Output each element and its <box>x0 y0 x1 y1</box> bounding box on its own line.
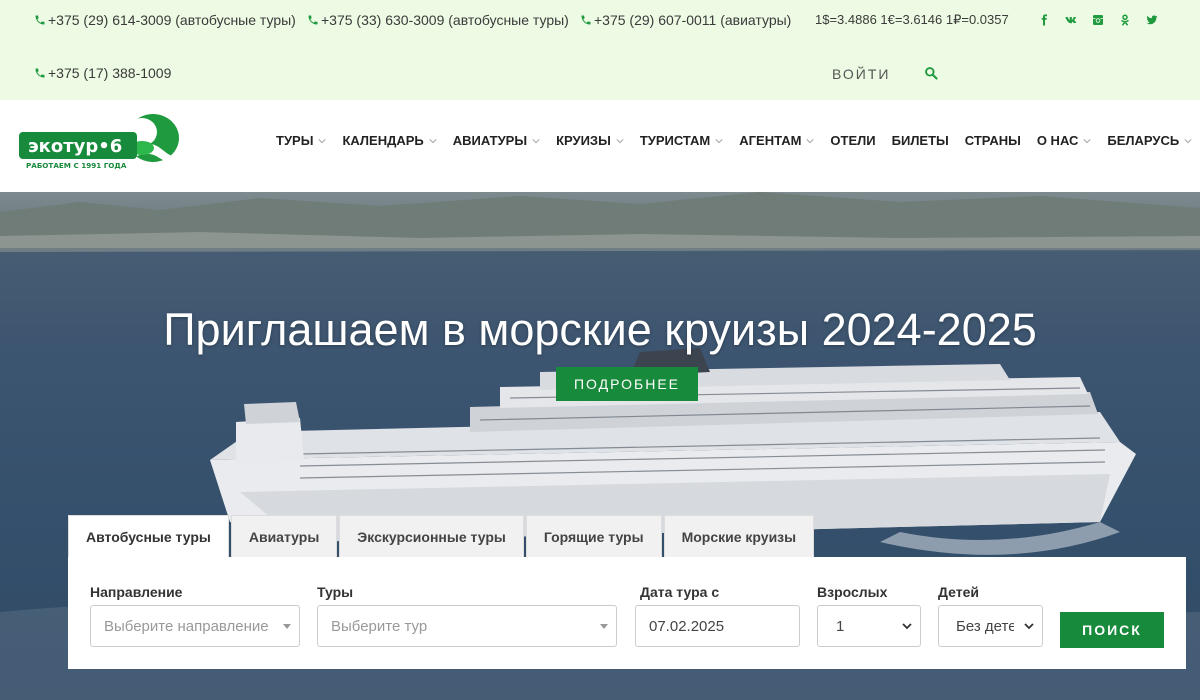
menu-item-tours[interactable]: ТУРЫ <box>276 133 327 148</box>
caret-down-icon <box>600 624 608 629</box>
phone-link[interactable]: +375 (17) 388-1009 <box>34 65 171 81</box>
search-button[interactable] <box>922 64 940 82</box>
chevron-down-icon <box>429 138 437 143</box>
tab-hot-tours[interactable]: Горящие туры <box>525 515 662 557</box>
logo-name: экотур•6 <box>28 136 122 157</box>
tab-bus-tours[interactable]: Автобусные туры <box>68 515 229 557</box>
chevron-down-icon <box>806 138 815 143</box>
phone-icon <box>35 15 45 25</box>
tours-select[interactable]: Выберите тур <box>317 605 617 647</box>
menu-item-avia[interactable]: АВИАТУРЫ <box>453 133 540 148</box>
phone-icon <box>581 15 591 25</box>
menu-item-cruises[interactable]: КРУИЗЫ <box>556 133 624 148</box>
phone-icon <box>35 68 45 78</box>
phone-link[interactable]: +375 (29) 607-0011 (авиатуры) <box>580 12 791 28</box>
main-menu: ТУРЫ КАЛЕНДАРЬ АВИАТУРЫ КРУИЗЫ ТУРИСТАМ … <box>276 133 1200 148</box>
logo-tagline: РАБОТАЕМ С 1991 ГОДА <box>26 161 127 170</box>
menu-item-tourists[interactable]: ТУРИСТАМ <box>640 133 723 148</box>
menu-item-about[interactable]: О НАС <box>1037 133 1092 148</box>
top-bar: +375 (29) 614-3009 (автобусные туры) +37… <box>0 0 1200 100</box>
more-button[interactable]: ПОДРОБНЕЕ <box>556 367 698 401</box>
menu-item-countries[interactable]: СТРАНЫ <box>965 133 1021 148</box>
phone-link[interactable]: +375 (33) 630-3009 (автобусные туры) <box>307 12 569 28</box>
chevron-down-icon <box>1024 623 1034 630</box>
odnoklassniki-icon[interactable] <box>1111 11 1138 29</box>
direction-label: Направление <box>90 584 183 600</box>
phone-link[interactable]: +375 (29) 614-3009 (автобусные туры) <box>34 12 296 28</box>
phone-icon <box>308 15 318 25</box>
date-input[interactable]: 07.02.2025 <box>635 605 800 647</box>
search-icon <box>925 67 938 80</box>
tour-search-form: Направление Выберите направление Туры Вы… <box>68 557 1186 669</box>
twitter-icon[interactable] <box>1138 11 1165 29</box>
hero-title: Приглашаем в морские круизы 2024-2025 <box>163 304 1037 355</box>
site-logo[interactable]: экотур•6 РАБОТАЕМ С 1991 ГОДА <box>18 110 184 172</box>
tab-excursion-tours[interactable]: Экскурсионные туры <box>339 515 524 557</box>
search-tabs: Автобусные туры Авиатуры Экскурсионные т… <box>68 515 816 557</box>
children-label: Детей <box>938 584 979 600</box>
caret-down-icon <box>283 624 291 629</box>
chevron-down-icon <box>532 138 540 143</box>
menu-item-belarus[interactable]: БЕЛАРУСЬ <box>1107 133 1192 148</box>
facebook-icon[interactable] <box>1030 11 1057 29</box>
chevron-down-icon <box>902 623 912 630</box>
tab-sea-cruises[interactable]: Морские круизы <box>663 515 815 557</box>
login-link[interactable]: ВОЙТИ <box>832 66 890 82</box>
date-label: Дата тура с <box>640 584 720 600</box>
chevron-down-icon <box>1083 138 1092 143</box>
logo-image: экотур•6 РАБОТАЕМ С 1991 ГОДА <box>19 114 180 170</box>
adults-label: Взрослых <box>817 584 888 600</box>
instagram-icon[interactable] <box>1084 11 1111 29</box>
menu-item-hotels[interactable]: ОТЕЛИ <box>830 133 875 148</box>
currency-rates: 1$=3.4886 1€=3.6146 1₽=0.0357 <box>815 12 1009 27</box>
menu-item-tickets[interactable]: БИЛЕТЫ <box>892 133 949 148</box>
chevron-down-icon <box>1184 138 1192 143</box>
menu-item-calendar[interactable]: КАЛЕНДАРЬ <box>342 133 437 148</box>
chevron-down-icon <box>715 138 723 143</box>
tours-label: Туры <box>317 584 354 600</box>
chevron-down-icon <box>616 138 624 143</box>
vk-icon[interactable] <box>1057 11 1084 29</box>
tab-avia-tours[interactable]: Авиатуры <box>230 515 338 557</box>
search-submit-button[interactable]: ПОИСК <box>1060 612 1164 648</box>
chevron-down-icon <box>318 138 327 143</box>
adults-select[interactable]: 1 <box>817 605 921 647</box>
direction-select[interactable]: Выберите направление <box>90 605 300 647</box>
menu-item-agents[interactable]: АГЕНТАМ <box>739 133 815 148</box>
social-links <box>1030 11 1165 29</box>
children-select[interactable]: Без детей <box>938 605 1043 647</box>
